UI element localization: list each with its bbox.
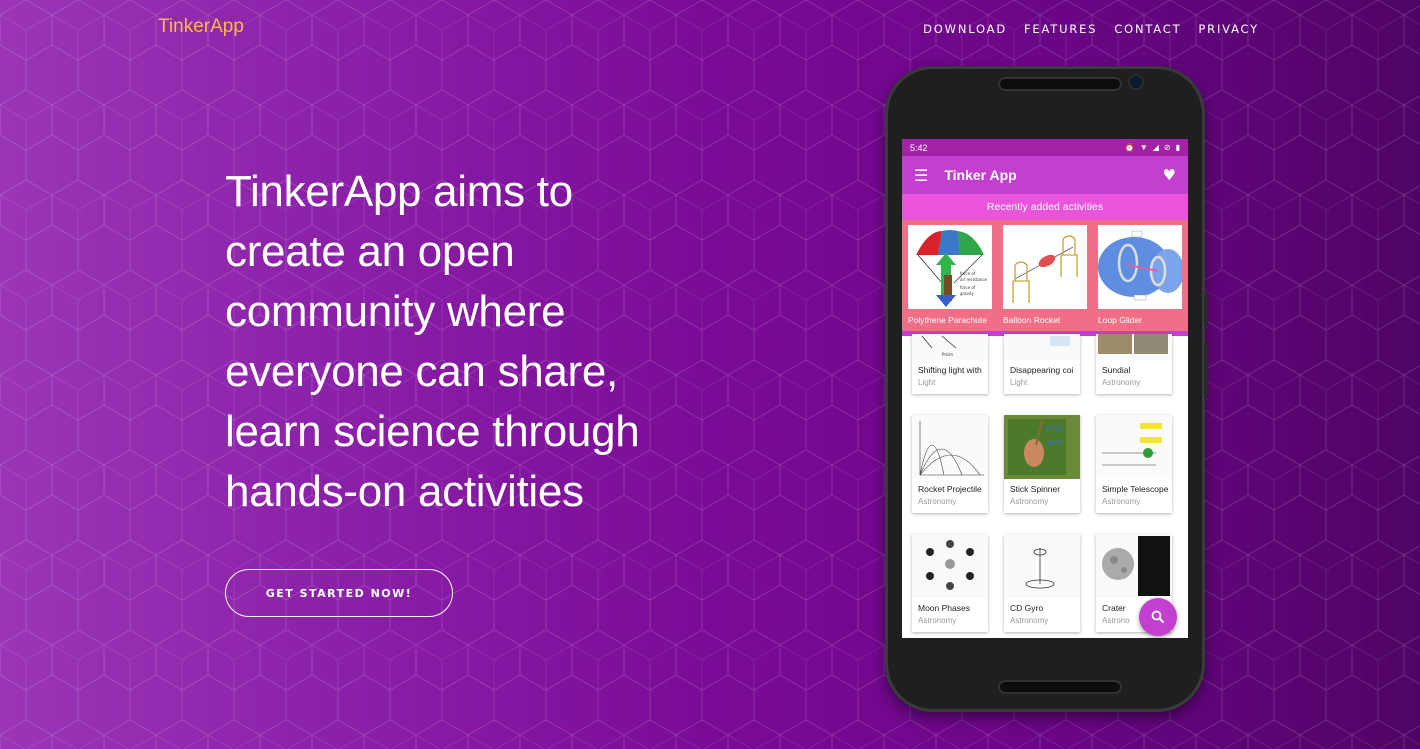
headline-line: learn science through — [225, 407, 640, 456]
svg-text:air resistance: air resistance — [960, 277, 988, 282]
headline-line: everyone can share, — [225, 347, 618, 396]
search-icon — [1151, 610, 1165, 624]
hero-headline: TinkerApp aims to create an open communi… — [225, 162, 705, 522]
get-started-button[interactable]: GET STARTED NOW! — [225, 569, 453, 617]
app-title: Tinker App — [944, 167, 1017, 183]
svg-text:INDE: INDE — [1048, 440, 1063, 447]
activity-card[interactable]: Sundial Astronomy — [1096, 334, 1172, 394]
brand-link[interactable]: TinkerApp — [158, 16, 244, 38]
activity-title: CD Gyro — [1010, 603, 1044, 613]
recent-item-parachute[interactable]: force of air resistance force of gravity… — [908, 225, 992, 331]
search-fab[interactable] — [1139, 598, 1177, 636]
balloon-rocket-image — [1003, 225, 1087, 309]
nav-contact-link[interactable]: CONTACT — [1114, 22, 1181, 36]
no-sim-icon: ⊘ — [1163, 143, 1171, 152]
activity-title: Disappearing coi — [1010, 365, 1074, 375]
loop-glider-image — [1098, 225, 1182, 309]
status-bar: 5:42 ⏰ ▼ ◢ ⊘ ▮ — [902, 139, 1188, 156]
svg-text:gravity: gravity — [960, 291, 975, 296]
parachute-image: force of air resistance force of gravity — [908, 225, 992, 309]
recent-item-label: Polythene Parachute — [908, 315, 987, 325]
activity-grid: Prism Shifting light with Light Disappea… — [902, 334, 1188, 638]
alarm-icon: ⏰ — [1124, 143, 1135, 152]
activity-card[interactable]: Disappearing coi Light — [1004, 334, 1080, 394]
activity-category: Light — [1010, 378, 1028, 387]
headline-line: TinkerApp aims to — [225, 167, 573, 216]
activity-title: Stick Spinner — [1010, 484, 1061, 494]
recent-carousel: force of air resistance force of gravity… — [902, 220, 1188, 331]
activity-category: Astronomy — [1102, 378, 1141, 387]
activity-card[interactable]: CD Gyro Astronomy — [1004, 534, 1080, 632]
battery-icon: ▮ — [1175, 143, 1180, 152]
activity-title: Moon Phases — [918, 603, 970, 613]
activity-thumbnail — [912, 415, 988, 479]
activity-thumbnail — [1004, 334, 1080, 360]
menu-icon[interactable]: ☰ — [914, 166, 928, 185]
activity-card[interactable]: Rocket Projectile Astronomy — [912, 415, 988, 513]
wifi-icon: ▼ — [1139, 143, 1148, 152]
activity-title: Shifting light with — [918, 365, 982, 375]
activity-card[interactable]: Prism Shifting light with Light — [912, 334, 988, 394]
recent-header: Recently added activities — [902, 194, 1188, 220]
phone-screen: 5:42 ⏰ ▼ ◢ ⊘ ▮ ☰ Tinker App ♥ Recently a… — [902, 139, 1188, 638]
headline-line: community where — [225, 287, 566, 336]
activity-card[interactable]: Simple Telescope Astronomy — [1096, 415, 1172, 513]
phone-volume-button — [1204, 342, 1208, 398]
nav-download-link[interactable]: DOWNLOAD — [923, 22, 1007, 36]
status-time: 5:42 — [910, 142, 928, 153]
activity-thumbnail — [912, 534, 988, 598]
activity-thumbnail — [1004, 534, 1080, 598]
activity-thumbnail — [1096, 534, 1172, 598]
activity-category: Astronomy — [1102, 497, 1141, 506]
heart-icon[interactable]: ♥ — [1163, 166, 1176, 184]
recent-item-label: Balloon Rocket — [1003, 315, 1061, 325]
svg-text:force of: force of — [960, 285, 976, 290]
activity-thumbnail — [1096, 415, 1172, 479]
activity-category: Astronomy — [1010, 497, 1049, 506]
activity-card[interactable]: STICK INDE Stick Spinner Astronomy — [1004, 415, 1080, 513]
nav-features-link[interactable]: FEATURES — [1024, 22, 1097, 36]
activity-category: Astronomy — [1010, 616, 1049, 625]
activity-thumbnail: Prism — [912, 334, 988, 360]
phone-bottom-speaker — [1000, 682, 1120, 692]
svg-text:Prism: Prism — [942, 352, 953, 357]
phone-speaker — [1000, 79, 1120, 89]
activity-category: Light — [918, 378, 936, 387]
nav-privacy-link[interactable]: PRIVACY — [1198, 22, 1259, 36]
svg-text:STICK: STICK — [1046, 426, 1064, 433]
activity-category: Astronomy — [918, 616, 957, 625]
app-toolbar: ☰ Tinker App ♥ — [902, 156, 1188, 194]
svg-text:force of: force of — [960, 271, 976, 276]
activity-thumbnail — [1096, 334, 1172, 360]
recent-item-loop-glider[interactable]: Loop Glider — [1098, 225, 1182, 331]
status-icons: ⏰ ▼ ◢ ⊘ ▮ — [1125, 143, 1180, 152]
recent-item-balloon-rocket[interactable]: Balloon Rocket — [1003, 225, 1087, 331]
activity-title: Rocket Projectile — [918, 484, 982, 494]
phone-side-button — [1204, 292, 1208, 326]
activity-title: Sundial — [1102, 365, 1131, 375]
phone-mockup: 5:42 ⏰ ▼ ◢ ⊘ ▮ ☰ Tinker App ♥ Recently a… — [885, 66, 1208, 712]
top-nav: DOWNLOAD FEATURES CONTACT PRIVACY — [923, 22, 1259, 36]
activity-card[interactable]: Moon Phases Astronomy — [912, 534, 988, 632]
phone-camera — [1130, 76, 1142, 88]
recent-item-label: Loop Glider — [1098, 315, 1142, 325]
signal-icon: ◢ — [1152, 143, 1159, 152]
activity-title: Simple Telescope — [1102, 484, 1169, 494]
activity-thumbnail: STICK INDE — [1004, 415, 1080, 479]
headline-line: create an open — [225, 227, 515, 276]
headline-line: hands-on activities — [225, 467, 584, 516]
activity-category: Astronomy — [918, 497, 957, 506]
